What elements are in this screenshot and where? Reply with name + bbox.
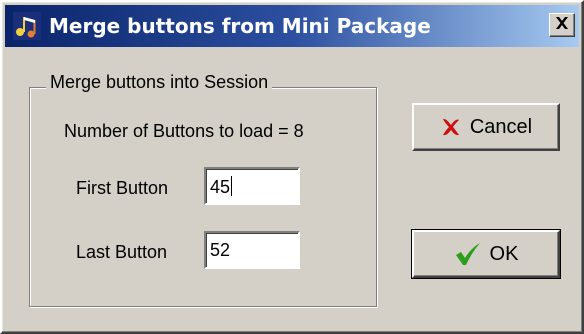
close-icon: [555, 16, 569, 34]
button-count-text: Number of Buttons to load = 8: [64, 121, 304, 141]
merge-dialog: Merge buttons from Mini Package Merge bu…: [0, 0, 584, 334]
last-button-label: Last Button: [76, 242, 168, 262]
cancel-label: Cancel: [469, 115, 533, 138]
last-button-input[interactable]: 52: [204, 231, 300, 269]
first-button-value: 45: [210, 177, 231, 197]
ok-label: OK: [489, 242, 519, 265]
red-x-icon: [440, 116, 462, 138]
first-button-label: First Button: [76, 178, 169, 198]
ok-button[interactable]: OK: [411, 229, 561, 279]
green-check-icon: [454, 242, 482, 266]
music-notes-icon: [13, 12, 41, 40]
cancel-button[interactable]: Cancel: [412, 103, 560, 151]
text-caret: [231, 176, 233, 196]
groupbox-legend: Merge buttons into Session: [46, 72, 273, 93]
window-title: Merge buttons from Mini Package: [49, 14, 431, 38]
first-button-input[interactable]: 45: [204, 167, 300, 205]
title-bar[interactable]: Merge buttons from Mini Package: [5, 5, 579, 47]
close-button[interactable]: [549, 13, 575, 37]
last-button-value: 52: [210, 240, 231, 260]
